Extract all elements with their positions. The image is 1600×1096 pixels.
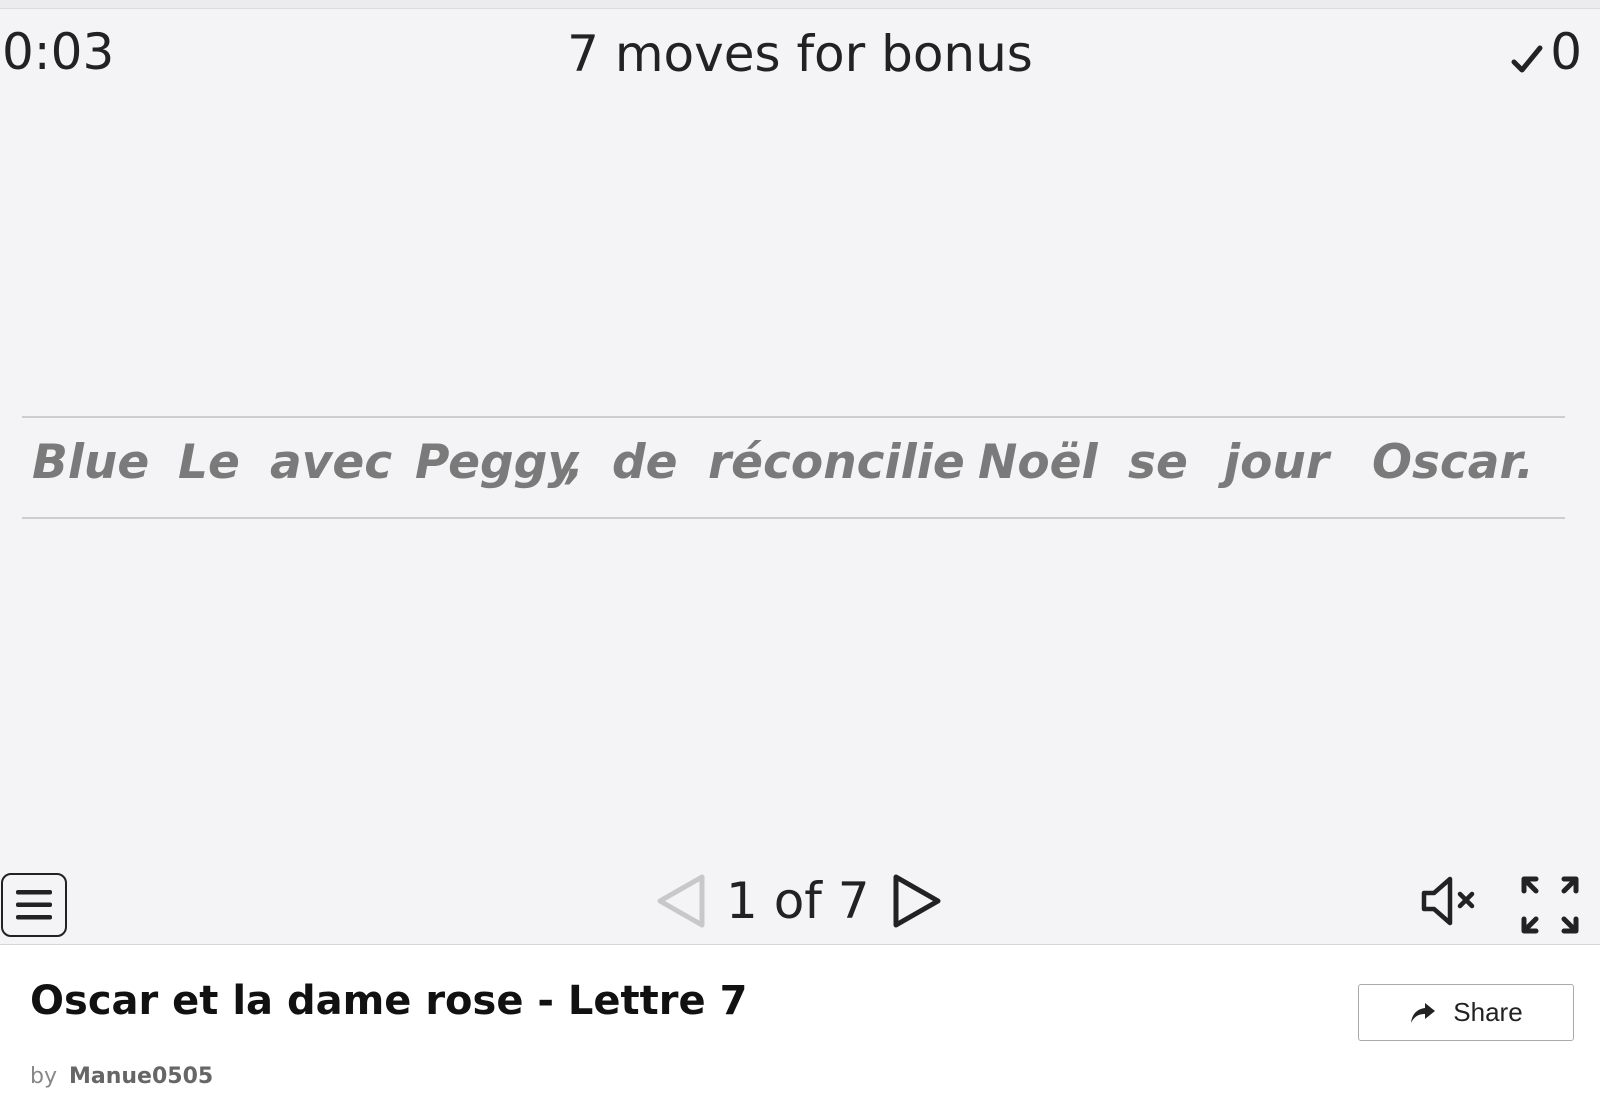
- menu-icon: [16, 890, 52, 920]
- bonus-moves-text: 7 moves for bonus: [567, 25, 1033, 83]
- next-page-button[interactable]: [890, 873, 946, 929]
- word-tile[interactable]: ,: [566, 435, 584, 490]
- fullscreen-button[interactable]: [1520, 875, 1580, 935]
- by-label: by: [30, 1064, 57, 1089]
- triangle-right-icon: [893, 874, 941, 928]
- mute-button[interactable]: [1420, 875, 1484, 927]
- author-link[interactable]: Manue0505: [69, 1064, 213, 1089]
- word-tile[interactable]: .: [1516, 435, 1534, 490]
- word-tile[interactable]: Blue: [32, 435, 149, 490]
- score-counter: 0: [1510, 23, 1582, 81]
- game-stage: 0:03 7 moves for bonus 0 Blue Le avec Pe…: [0, 9, 1600, 945]
- fullscreen-icon: [1521, 876, 1579, 934]
- share-arrow-icon: [1411, 1002, 1436, 1023]
- checkmark-icon: [1511, 45, 1543, 73]
- byline: by Manue0505: [30, 1064, 213, 1089]
- share-button[interactable]: Share: [1358, 984, 1574, 1041]
- word-tile[interactable]: réconcilie: [708, 435, 965, 490]
- score-value: 0: [1550, 23, 1582, 81]
- share-label: Share: [1453, 997, 1523, 1027]
- word-tile[interactable]: Oscar: [1372, 435, 1523, 490]
- activity-title: Oscar et la dame rose - Lettre 7: [30, 978, 748, 1024]
- word-tile[interactable]: de: [612, 435, 678, 490]
- word-tile[interactable]: se: [1128, 435, 1188, 490]
- game-controls-bar: 1 of 7: [0, 861, 1600, 941]
- word-tile[interactable]: Peggy: [415, 435, 578, 490]
- top-border-strip: [0, 0, 1600, 9]
- triangle-left-icon: [657, 874, 705, 928]
- sentence-area: Blue Le avec Peggy , de réconcilie Noël …: [22, 435, 1565, 515]
- word-tile[interactable]: Noël: [978, 435, 1098, 490]
- word-tile[interactable]: Le: [178, 435, 240, 490]
- speaker-muted-icon: [1421, 876, 1475, 926]
- sentence-top-rule: [22, 416, 1565, 418]
- menu-button[interactable]: [1, 873, 67, 937]
- sentence-bottom-rule: [22, 517, 1565, 519]
- pager: 1 of 7: [652, 861, 946, 941]
- page-indicator: 1 of 7: [726, 872, 870, 930]
- word-tile[interactable]: avec: [270, 435, 392, 490]
- word-tile[interactable]: jour: [1224, 435, 1329, 490]
- prev-page-button[interactable]: [652, 873, 708, 929]
